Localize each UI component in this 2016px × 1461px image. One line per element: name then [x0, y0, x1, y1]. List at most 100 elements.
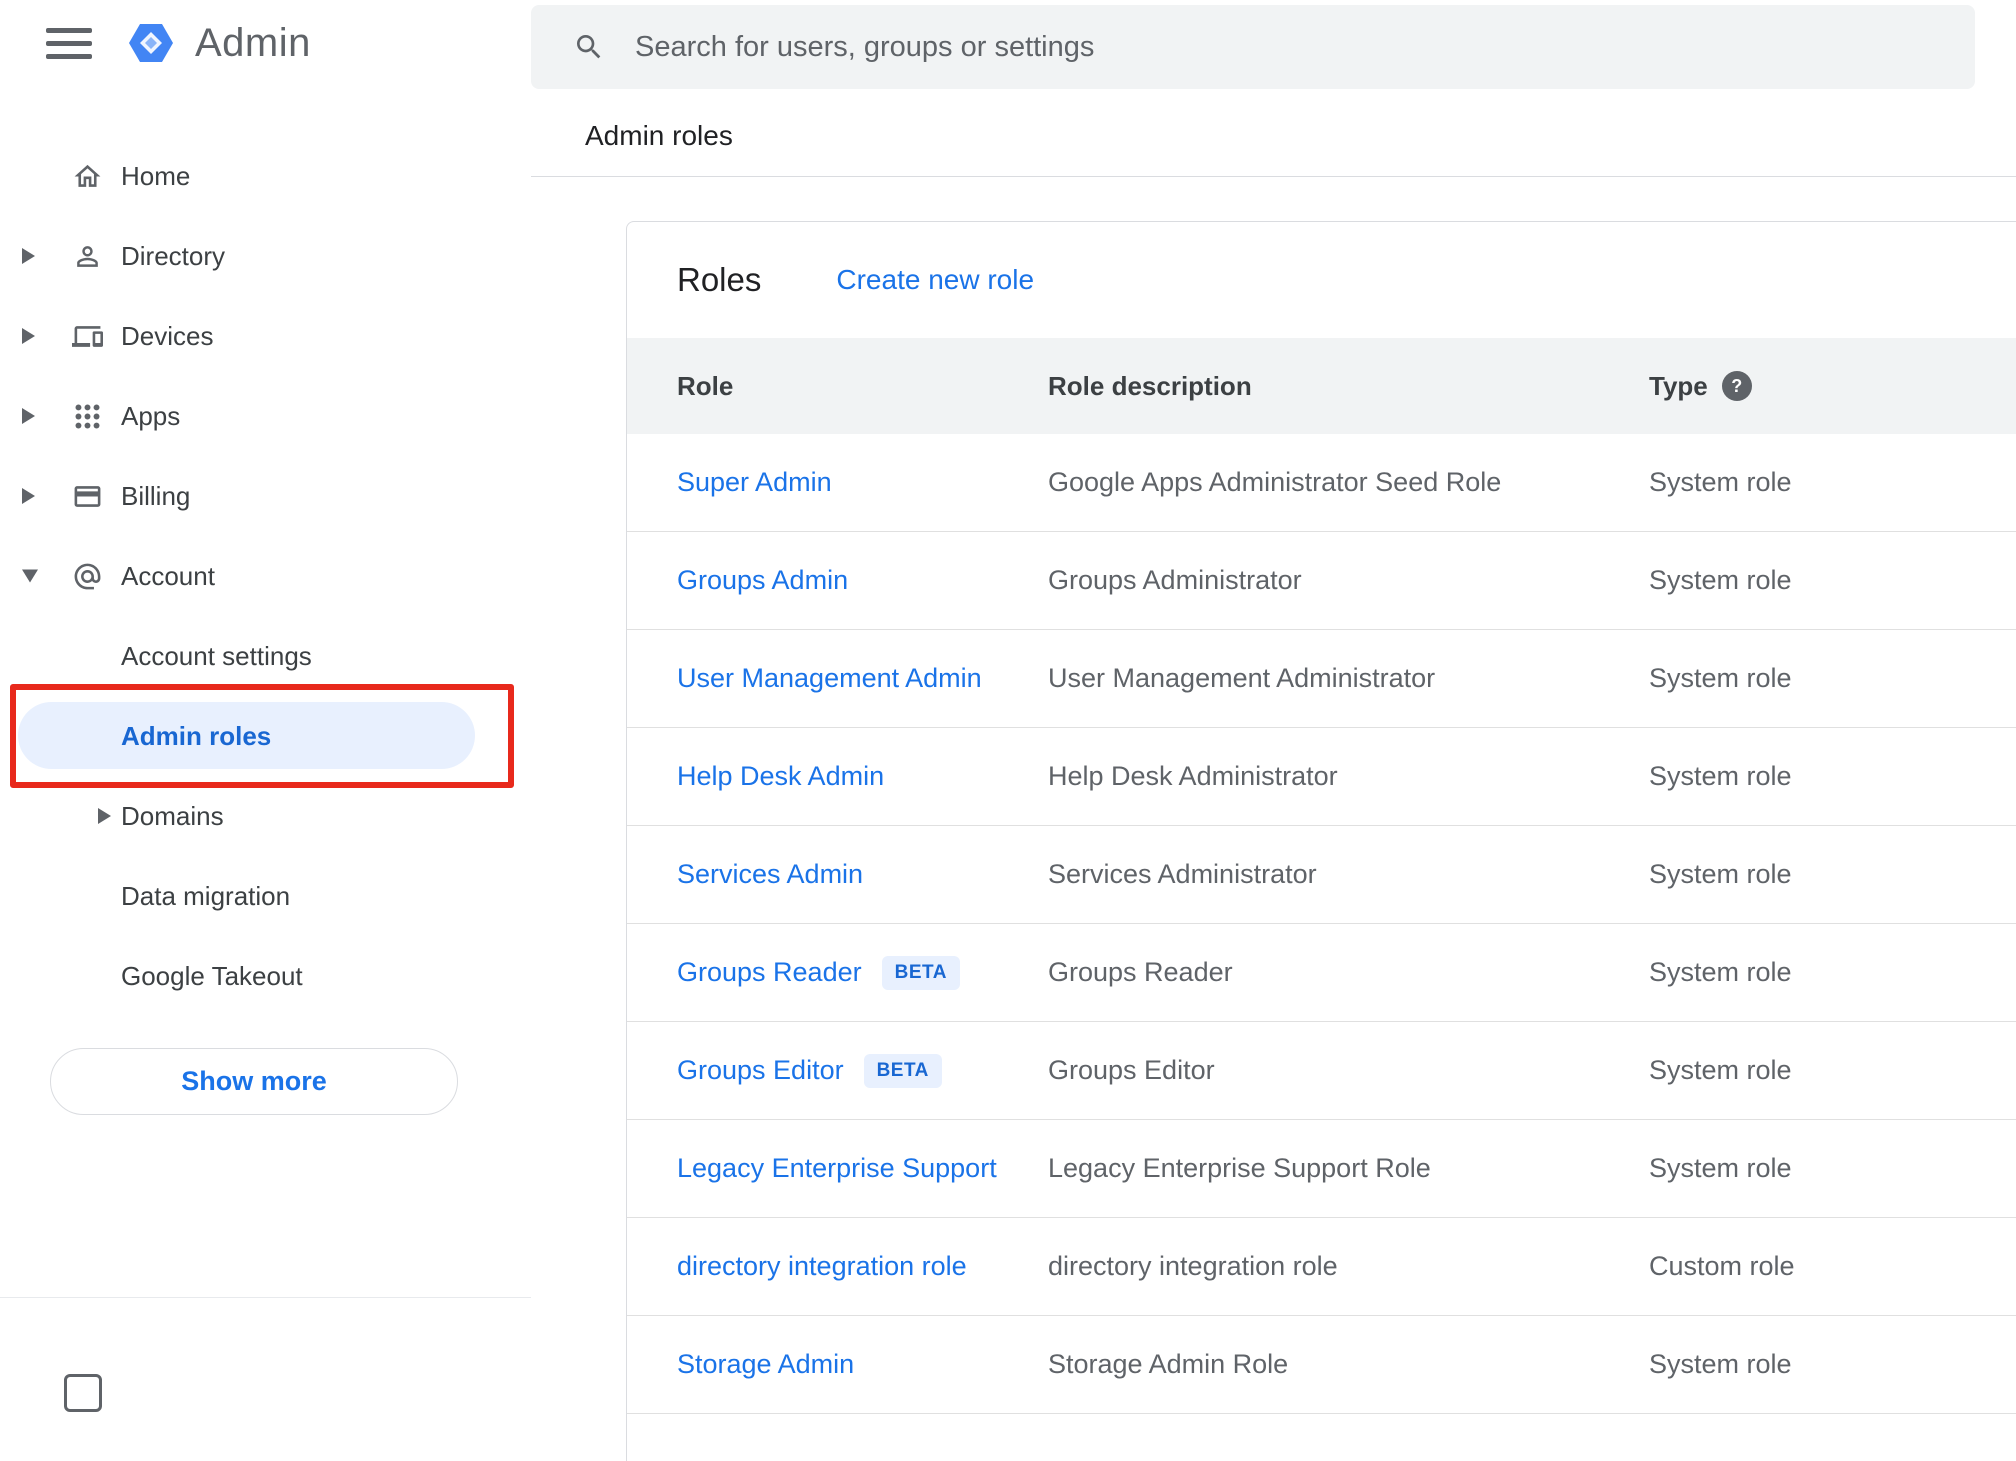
role-type: System role	[1649, 1153, 1792, 1183]
role-link[interactable]: Groups Admin	[677, 565, 848, 596]
main-content: Admin roles Roles Create new role Role R…	[531, 0, 2016, 1461]
roles-table-body: Super Admin BETA Google Apps Administrat…	[627, 434, 2016, 1414]
role-cell: Services Admin BETA	[677, 859, 1048, 890]
create-new-role-link[interactable]: Create new role	[836, 264, 1034, 296]
role-link[interactable]: Super Admin	[677, 467, 832, 498]
sidebar-item-label: Apps	[121, 400, 181, 431]
role-link[interactable]: Groups Editor	[677, 1055, 844, 1086]
help-icon[interactable]: ?	[1721, 371, 1752, 401]
sidebar-item-label: Data migration	[121, 880, 291, 911]
sidebar-item-label: Account settings	[121, 640, 312, 671]
app-title: Admin	[195, 20, 311, 65]
role-cell: User Management Admin BETA	[677, 663, 1048, 694]
sidebar-item-home[interactable]: Home	[0, 136, 531, 216]
role-cell: Super Admin BETA	[677, 467, 1048, 498]
sidebar-item-label: Google Takeout	[121, 960, 303, 991]
role-link[interactable]: Help Desk Admin	[677, 761, 884, 792]
sidebar-item-account-settings[interactable]: Account settings	[0, 616, 531, 696]
sidebar-item-directory[interactable]: Directory	[0, 216, 531, 296]
search-input[interactable]	[635, 5, 1975, 89]
role-cell: Legacy Enterprise Support BETA	[677, 1153, 1048, 1184]
beta-badge: BETA	[863, 1053, 942, 1088]
devices-icon	[72, 321, 103, 352]
chevron-right-icon[interactable]	[22, 408, 35, 424]
column-header-role: Role	[677, 370, 734, 401]
role-description: Groups Administrator	[1048, 565, 1302, 595]
role-link[interactable]: User Management Admin	[677, 663, 982, 694]
column-header-description: Role description	[1048, 370, 1252, 401]
role-type: Custom role	[1649, 1251, 1795, 1281]
header-divider	[531, 176, 2016, 177]
chevron-down-icon[interactable]	[22, 569, 38, 583]
beta-badge: BETA	[881, 955, 960, 990]
sidebar-item-label: Directory	[121, 240, 226, 271]
search-bar	[531, 5, 1975, 89]
role-type: System role	[1649, 663, 1792, 693]
sidebar-item-google-takeout[interactable]: Google Takeout	[0, 936, 531, 1016]
sidebar-item-domains[interactable]: Domains	[0, 776, 531, 856]
sidebar-header: Admin	[0, 0, 531, 86]
role-type: System role	[1649, 957, 1792, 987]
sidebar-item-label: Admin roles	[121, 720, 272, 751]
role-link[interactable]: Storage Admin	[677, 1349, 854, 1380]
role-link[interactable]: Legacy Enterprise Support	[677, 1153, 997, 1184]
menu-icon[interactable]	[46, 27, 92, 59]
table-row: Groups Reader BETA Groups Reader System …	[627, 924, 2016, 1022]
role-link[interactable]: Services Admin	[677, 859, 863, 890]
roles-card: Roles Create new role Role Role descript…	[626, 221, 2016, 1461]
role-type: System role	[1649, 1055, 1792, 1085]
sidebar-nav: Home Directory Devices Apps Billing Acco…	[0, 136, 531, 1016]
role-description: Groups Editor	[1048, 1055, 1215, 1085]
role-description: directory integration role	[1048, 1251, 1338, 1281]
role-type: System role	[1649, 467, 1792, 497]
at-sign-icon	[72, 561, 103, 592]
person-icon	[72, 241, 103, 272]
column-header-type-label: Type	[1649, 370, 1708, 401]
role-description: Groups Reader	[1048, 957, 1233, 987]
sidebar-item-label: Home	[121, 160, 191, 191]
role-link[interactable]: directory integration role	[677, 1251, 967, 1282]
table-row: Storage Admin BETA Storage Admin Role Sy…	[627, 1316, 2016, 1414]
table-row: Help Desk Admin BETA Help Desk Administr…	[627, 728, 2016, 826]
role-description: Storage Admin Role	[1048, 1349, 1289, 1379]
sidebar: Admin Home Directory Devices Apps Billin…	[0, 0, 531, 1412]
sidebar-item-label: Domains	[121, 800, 224, 831]
sidebar-item-data-migration[interactable]: Data migration	[0, 856, 531, 936]
show-more-button[interactable]: Show more	[50, 1048, 458, 1115]
role-link[interactable]: Groups Reader	[677, 957, 862, 988]
apps-grid-icon	[72, 401, 103, 432]
chevron-right-icon[interactable]	[98, 808, 111, 824]
sidebar-item-label: Account	[121, 560, 215, 591]
table-row: Super Admin BETA Google Apps Administrat…	[627, 434, 2016, 532]
role-description: Legacy Enterprise Support Role	[1048, 1153, 1431, 1183]
search-icon[interactable]	[573, 31, 605, 63]
table-header-row: Role Role description Type ?	[627, 338, 2016, 434]
sidebar-item-account[interactable]: Account	[0, 536, 531, 616]
role-type: System role	[1649, 1349, 1792, 1379]
card-title: Roles	[677, 261, 762, 298]
sidebar-item-devices[interactable]: Devices	[0, 296, 531, 376]
table-row: Services Admin BETA Services Administrat…	[627, 826, 2016, 924]
table-row: Legacy Enterprise Support BETA Legacy En…	[627, 1120, 2016, 1218]
credit-card-icon	[72, 481, 103, 512]
role-description: User Management Administrator	[1048, 663, 1436, 693]
sidebar-item-admin-roles[interactable]: Admin roles	[0, 696, 531, 776]
role-type: System role	[1649, 565, 1792, 595]
role-type: System role	[1649, 761, 1792, 791]
role-cell: directory integration role BETA	[677, 1251, 1048, 1282]
table-row: User Management Admin BETA User Manageme…	[627, 630, 2016, 728]
role-description: Google Apps Administrator Seed Role	[1048, 467, 1502, 497]
role-type: System role	[1649, 859, 1792, 889]
chevron-right-icon[interactable]	[22, 488, 35, 504]
chevron-right-icon[interactable]	[22, 248, 35, 264]
sidebar-item-billing[interactable]: Billing	[0, 456, 531, 536]
column-header-type: Type ?	[1649, 371, 2016, 402]
home-icon	[72, 161, 103, 192]
chevron-right-icon[interactable]	[22, 328, 35, 344]
table-row: directory integration role BETA director…	[627, 1218, 2016, 1316]
role-cell: Groups Admin BETA	[677, 565, 1048, 596]
clipped-sidebar-icon	[64, 1374, 102, 1412]
sidebar-divider	[0, 1297, 531, 1298]
table-row: Groups Admin BETA Groups Administrator S…	[627, 532, 2016, 630]
sidebar-item-apps[interactable]: Apps	[0, 376, 531, 456]
